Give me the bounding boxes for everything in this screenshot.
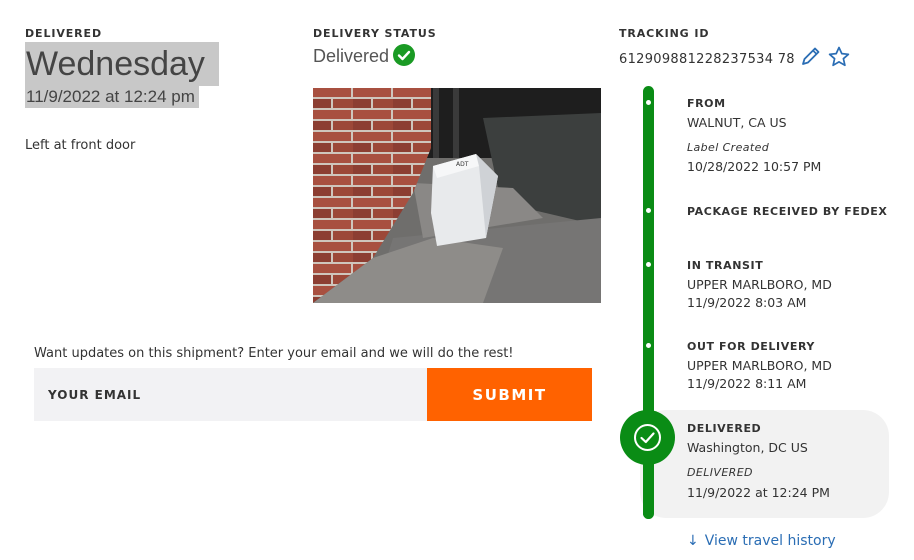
tracking-id-value: 612909881228237534 78 xyxy=(619,52,795,67)
timeline-event-time: 11/9/2022 8:11 AM xyxy=(687,376,807,391)
timeline-event-title: IN TRANSIT xyxy=(687,259,764,272)
timeline-event-subtitle: Label Created xyxy=(687,141,770,154)
timeline-event-location: UPPER MARLBORO, MD xyxy=(687,358,832,373)
svg-text:ADT: ADT xyxy=(456,161,469,168)
timeline-dot xyxy=(646,262,651,267)
timeline-event-title: FROM xyxy=(687,97,726,110)
timeline-event-location: Washington, DC US xyxy=(687,440,808,455)
delivery-day: Wednesday xyxy=(25,42,219,86)
timeline-event-title: OUT FOR DELIVERY xyxy=(687,340,815,353)
timeline-current-highlight xyxy=(640,410,889,518)
delivery-note: Left at front door xyxy=(25,138,136,153)
arrow-down-icon: ↓ xyxy=(687,533,699,549)
timeline-dot xyxy=(646,100,651,105)
timeline-dot xyxy=(646,208,651,213)
timeline-event-location: UPPER MARLBORO, MD xyxy=(687,277,832,292)
pencil-icon[interactable] xyxy=(800,45,822,67)
email-signup-prompt: Want updates on this shipment? Enter you… xyxy=(34,346,514,361)
timeline-event-time: 11/9/2022 8:03 AM xyxy=(687,295,807,310)
delivery-datetime: 11/9/2022 at 12:24 pm xyxy=(25,86,199,108)
tracking-id-label: TRACKING ID xyxy=(619,27,710,40)
view-travel-history-label: View travel history xyxy=(704,533,836,549)
email-input[interactable] xyxy=(34,368,427,421)
timeline-event-time: 10/28/2022 10:57 PM xyxy=(687,159,822,174)
submit-button[interactable]: SUBMIT xyxy=(427,368,592,421)
delivered-label: DELIVERED xyxy=(25,27,102,40)
delivery-status-value: Delivered xyxy=(313,46,390,66)
timeline-dot xyxy=(646,343,651,348)
timeline-event-location: WALNUT, CA US xyxy=(687,115,787,130)
view-travel-history-link[interactable]: ↓ View travel history xyxy=(687,533,836,549)
delivery-status-label: DELIVERY STATUS xyxy=(313,27,437,40)
delivered-check-icon xyxy=(620,410,675,465)
delivery-date-block: Wednesday 11/9/2022 at 12:24 pm xyxy=(25,42,219,108)
timeline-event-subtitle: DELIVERED xyxy=(687,466,753,479)
delivery-photo[interactable]: ADT xyxy=(313,88,601,303)
timeline-event-time: 11/9/2022 at 12:24 PM xyxy=(687,485,830,500)
timeline-event-title: DELIVERED xyxy=(687,422,762,435)
check-circle-icon xyxy=(393,44,415,66)
timeline-event-title: PACKAGE RECEIVED BY FEDEX xyxy=(687,205,888,218)
star-icon[interactable] xyxy=(827,45,851,69)
